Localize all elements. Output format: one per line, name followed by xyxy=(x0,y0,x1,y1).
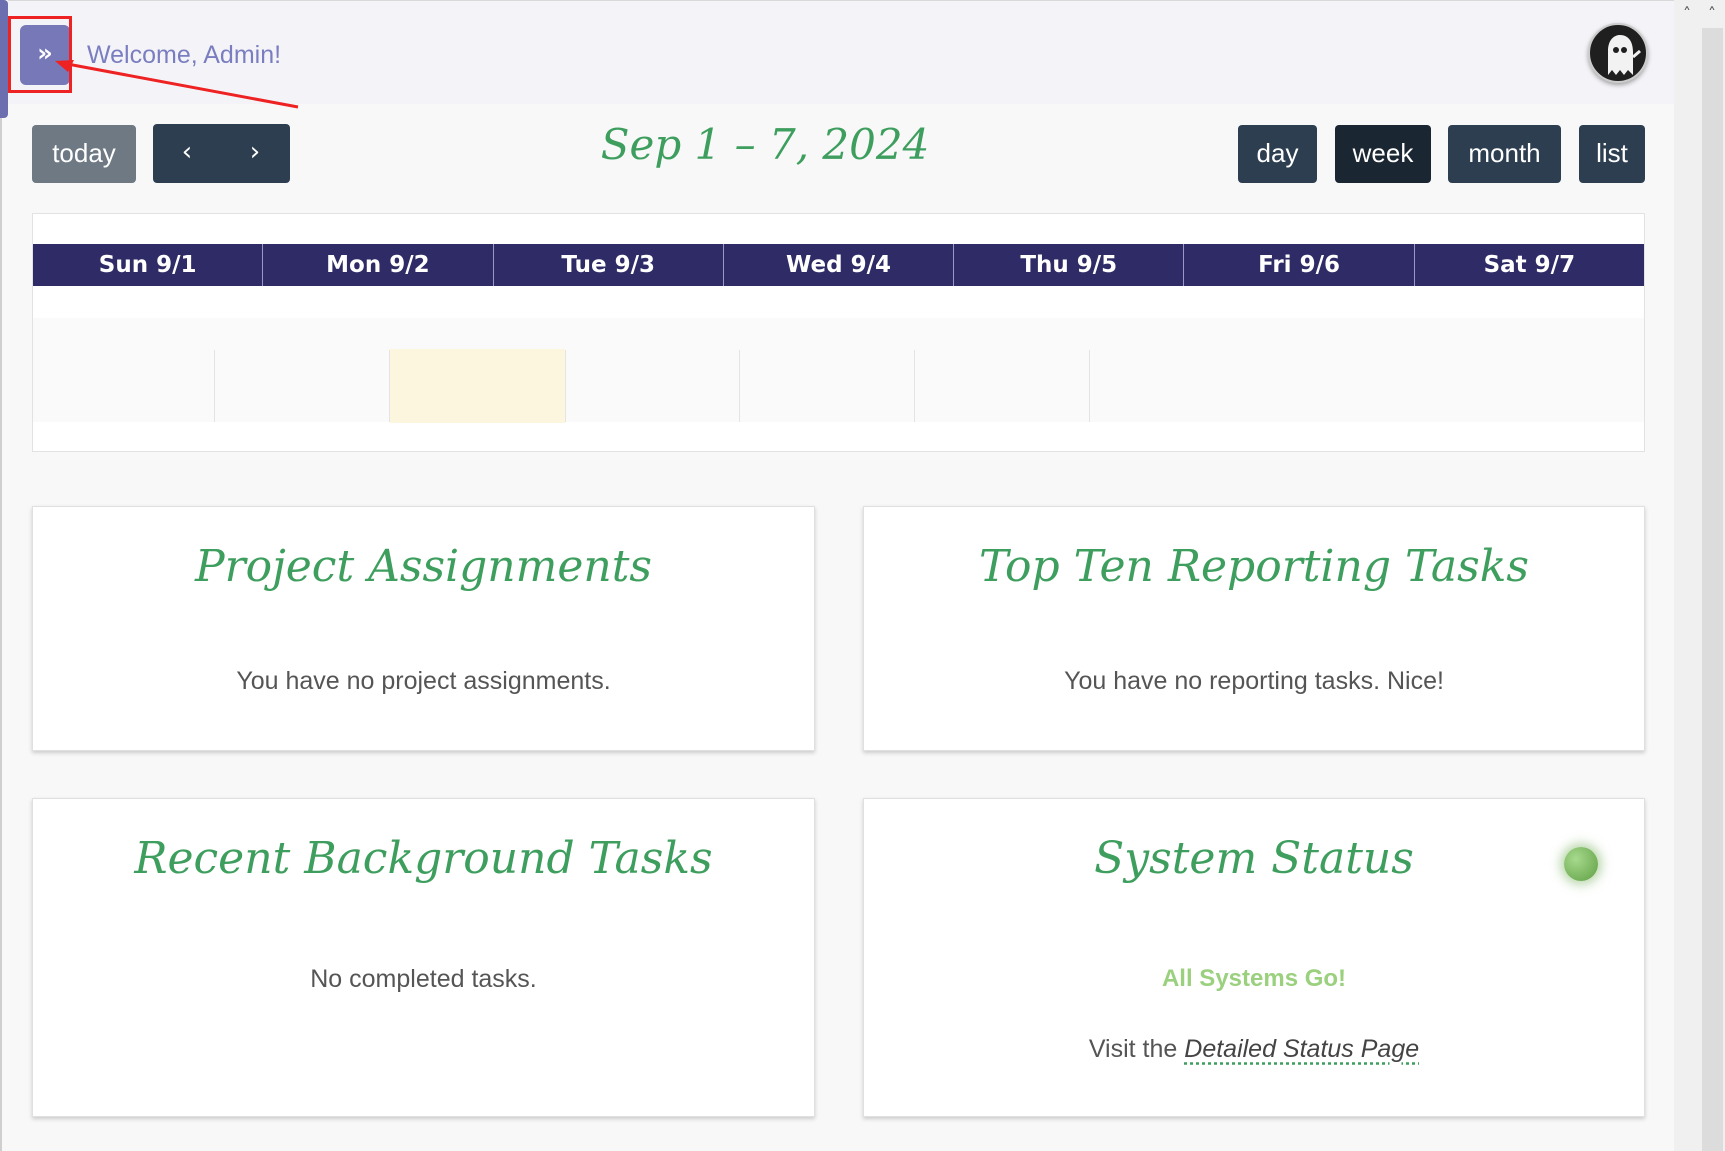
card-title: Project Assignments xyxy=(195,541,652,592)
view-month-button[interactable]: month xyxy=(1448,125,1561,183)
annotation-arrow xyxy=(55,60,299,109)
calendar-nav-group: ‹ › xyxy=(153,124,290,183)
scrollbar-track[interactable] xyxy=(1702,28,1723,1151)
next-week-button[interactable]: › xyxy=(221,124,289,183)
background-tasks-card: Recent Background Tasks No completed tas… xyxy=(32,798,815,1117)
visit-prefix: Visit the xyxy=(1088,1035,1185,1063)
column-divider xyxy=(214,350,215,422)
prev-week-button[interactable]: ‹ xyxy=(153,124,221,183)
today-cell[interactable] xyxy=(390,349,565,423)
column-divider xyxy=(389,350,390,422)
today-button[interactable]: today xyxy=(32,125,136,183)
view-day-button[interactable]: day xyxy=(1238,125,1317,183)
card-message: You have no project assignments. xyxy=(236,667,611,695)
column-divider xyxy=(565,350,566,422)
card-title: Recent Background Tasks xyxy=(134,833,713,884)
column-divider xyxy=(914,350,915,422)
status-visit-line: Visit the Detailed Status Page xyxy=(864,1035,1644,1064)
page-scrollbar[interactable]: ˄ ˄ xyxy=(1674,0,1725,1151)
day-header-thu[interactable]: Thu 9/5 xyxy=(954,244,1185,286)
card-message: You have no reporting tasks. Nice! xyxy=(1064,667,1444,695)
detailed-status-link[interactable]: Detailed Status Page xyxy=(1184,1035,1419,1063)
card-title: System Status xyxy=(1094,833,1414,884)
date-range-title: Sep 1 – 7, 2024 xyxy=(600,120,930,169)
calendar-header-row: Sun 9/1 Mon 9/2 Tue 9/3 Wed 9/4 Thu 9/5 … xyxy=(33,244,1644,286)
day-header-fri[interactable]: Fri 9/6 xyxy=(1184,244,1415,286)
sidebar-border xyxy=(0,118,2,1151)
week-calendar: Sun 9/1 Mon 9/2 Tue 9/3 Wed 9/4 Thu 9/5 … xyxy=(32,213,1645,452)
calendar-body[interactable] xyxy=(33,318,1644,422)
day-header-wed[interactable]: Wed 9/4 xyxy=(724,244,955,286)
ghost-avatar-icon xyxy=(1608,35,1641,75)
day-header-sat[interactable]: Sat 9/7 xyxy=(1415,244,1644,286)
status-text: All Systems Go! xyxy=(1161,965,1347,992)
avatar[interactable] xyxy=(1588,23,1648,83)
card-title: Top Ten Reporting Tasks xyxy=(979,541,1529,592)
chevron-left-icon: ‹ xyxy=(181,137,193,167)
column-divider xyxy=(1089,350,1090,422)
card-message: No completed tasks. xyxy=(310,965,537,993)
system-status-card: System Status All Systems Go! Visit the … xyxy=(863,798,1645,1117)
day-header-mon[interactable]: Mon 9/2 xyxy=(263,244,494,286)
scroll-up-icon[interactable]: ˄ xyxy=(1675,4,1699,24)
day-header-tue[interactable]: Tue 9/3 xyxy=(494,244,724,286)
sidebar-edge xyxy=(0,0,8,118)
column-divider xyxy=(739,350,740,422)
status-indicator-icon xyxy=(1564,847,1598,881)
day-header-sun[interactable]: Sun 9/1 xyxy=(33,244,264,286)
reporting-tasks-card: Top Ten Reporting Tasks You have no repo… xyxy=(863,506,1645,751)
view-week-button[interactable]: week xyxy=(1335,125,1431,183)
chevron-right-icon: › xyxy=(249,137,261,167)
view-list-button[interactable]: list xyxy=(1579,125,1645,183)
project-assignments-card: Project Assignments You have no project … xyxy=(32,506,815,751)
scroll-up-icon[interactable]: ˄ xyxy=(1700,4,1724,24)
